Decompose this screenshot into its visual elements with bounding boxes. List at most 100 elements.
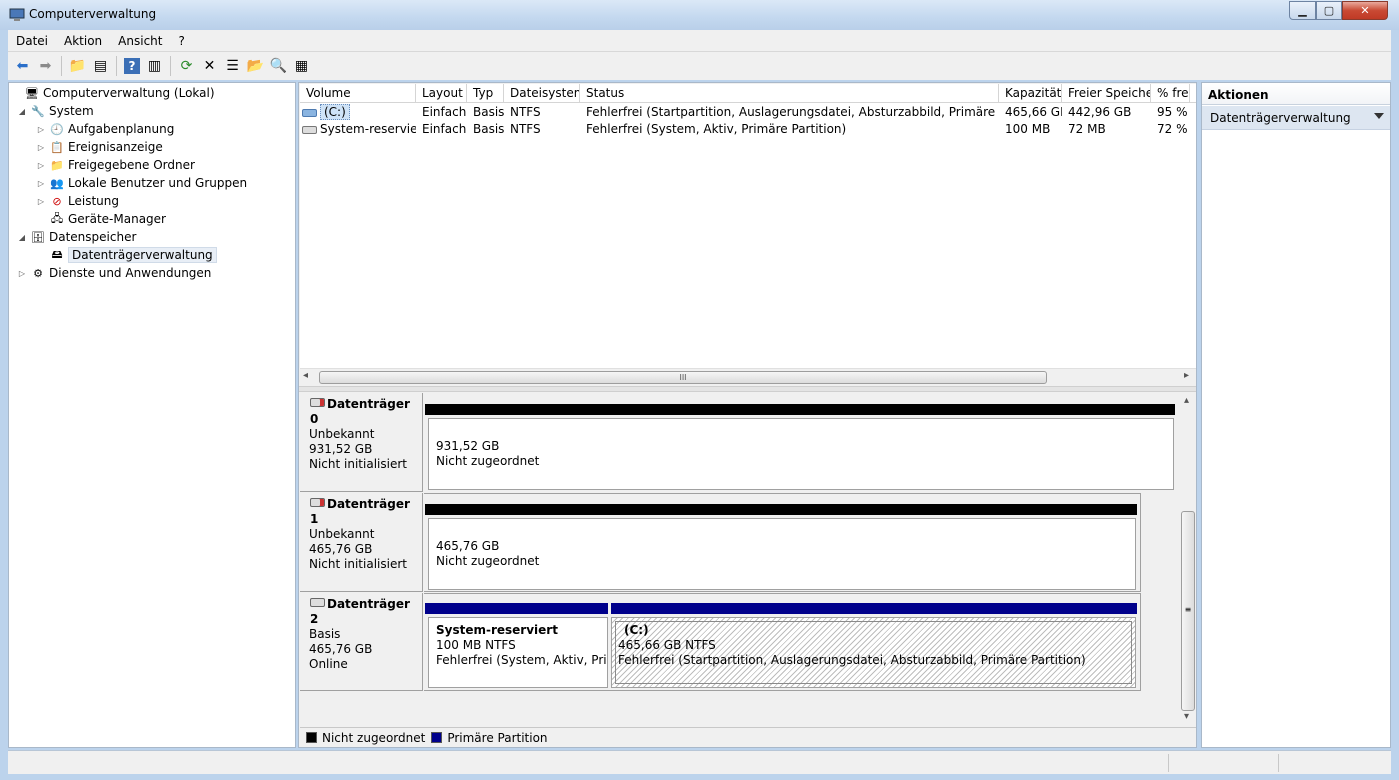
tree-label: Geräte-Manager bbox=[68, 212, 166, 226]
tree-item-computerverwaltung[interactable]: 🖥 Computerverwaltung (Lokal) bbox=[11, 84, 215, 102]
disk-type: Unbekannt bbox=[309, 427, 375, 441]
partition-size: 931,52 GB bbox=[436, 439, 500, 453]
tree-item-geraete-manager[interactable]: 🖧 Geräte-Manager bbox=[36, 210, 166, 228]
prozent-frei-cell: 72 % bbox=[1157, 122, 1188, 136]
storage-icon: 🗄 bbox=[31, 230, 45, 244]
tree-label: Dienste und Anwendungen bbox=[49, 266, 212, 280]
dateisystem-cell: NTFS bbox=[510, 122, 541, 136]
performance-icon: ⊘ bbox=[52, 194, 62, 208]
chevron-down-icon[interactable] bbox=[1374, 113, 1384, 119]
column-header-kapazitaet[interactable]: Kapazität bbox=[999, 84, 1062, 103]
disk-management-pane: Volume Layout Typ Dateisystem Status Kap… bbox=[298, 82, 1197, 748]
system-reserved-partition[interactable]: System-reserviert 100 MB NTFS Fehlerfrei… bbox=[428, 617, 608, 688]
window-title: Computerverwaltung bbox=[29, 7, 157, 21]
tree-item-dienste-anwendungen[interactable]: ▷ ⚙ Dienste und Anwendungen bbox=[17, 264, 212, 282]
tree-item-system[interactable]: ◢ 🔧 System bbox=[17, 102, 94, 120]
expand-icon[interactable]: ▷ bbox=[17, 269, 27, 278]
tree-label: Lokale Benutzer und Gruppen bbox=[68, 176, 248, 190]
dateisystem-cell: NTFS bbox=[510, 105, 541, 119]
table-row[interactable]: System-reserviert Einfach Basis NTFS Feh… bbox=[300, 121, 1196, 138]
toolbar-separator bbox=[116, 56, 117, 76]
scroll-down-icon[interactable]: ▾ bbox=[1184, 711, 1189, 722]
disk-1-unallocated-partition[interactable]: 465,76 GB Nicht zugeordnet bbox=[428, 518, 1136, 590]
disk-0-unallocated-partition[interactable]: 931,52 GB Nicht zugeordnet bbox=[428, 418, 1174, 490]
menu-ansicht[interactable]: Ansicht bbox=[110, 34, 170, 48]
up-folder-icon[interactable]: 📁 bbox=[66, 55, 89, 77]
column-header-status[interactable]: Status bbox=[580, 84, 999, 103]
horizontal-scroll-thumb[interactable]: III bbox=[319, 371, 1047, 384]
column-header-prozent-frei[interactable]: % frei bbox=[1151, 84, 1190, 103]
primary-partition-swatch bbox=[431, 732, 443, 743]
expand-icon[interactable]: ▷ bbox=[36, 179, 46, 188]
forward-arrow-icon[interactable]: ➡ bbox=[34, 55, 57, 77]
horizontal-scrollbar[interactable]: ◂ III ▸ bbox=[300, 368, 1196, 385]
drive-icon bbox=[302, 108, 317, 117]
close-button[interactable]: ✕ bbox=[1342, 1, 1388, 20]
show-hide-action-pane-icon[interactable]: ▥ bbox=[143, 55, 166, 77]
menu-help[interactable]: ? bbox=[170, 34, 192, 48]
vertical-scrollbar[interactable]: ▴ ≡ ▾ bbox=[1180, 393, 1196, 725]
typ-cell: Basis bbox=[473, 105, 504, 119]
computer-management-icon: 🖥 bbox=[25, 86, 39, 100]
minimize-button[interactable]: ▁ bbox=[1289, 1, 1316, 20]
unknown-disk-icon bbox=[310, 398, 325, 407]
column-header-dateisystem[interactable]: Dateisystem bbox=[504, 84, 580, 103]
tree-label: Ereignisanzeige bbox=[68, 140, 163, 154]
back-arrow-icon[interactable]: ⬅ bbox=[11, 55, 34, 77]
status-cell: Fehlerfrei (Startpartition, Auslagerungs… bbox=[586, 105, 999, 119]
scroll-left-icon[interactable]: ◂ bbox=[303, 370, 308, 381]
tree-item-leistung[interactable]: ▷ ⊘ Leistung bbox=[36, 192, 119, 210]
collapse-icon[interactable]: ◢ bbox=[17, 107, 27, 116]
tree-item-ereignisanzeige[interactable]: ▷ 📋 Ereignisanzeige bbox=[36, 138, 163, 156]
c-drive-partition[interactable]: (C:) 465,66 GB NTFS Fehlerfrei (Startpar… bbox=[611, 617, 1136, 688]
collapse-icon[interactable]: ◢ bbox=[17, 233, 27, 242]
legend-label: Nicht zugeordnet bbox=[322, 730, 426, 745]
typ-cell: Basis bbox=[473, 122, 504, 136]
menu-aktion[interactable]: Aktion bbox=[56, 34, 110, 48]
unallocated-bar bbox=[425, 404, 1175, 415]
tree-item-datenspeicher[interactable]: ◢ 🗄 Datenspeicher bbox=[17, 228, 136, 246]
services-applications-icon: ⚙ bbox=[33, 266, 43, 280]
column-header-typ[interactable]: Typ bbox=[467, 84, 504, 103]
volume-list: Volume Layout Typ Dateisystem Status Kap… bbox=[300, 84, 1196, 385]
tree-item-datentraegerverwaltung[interactable]: 🖴 Datenträgerverwaltung bbox=[36, 246, 217, 264]
table-row[interactable]: (C:) Einfach Basis NTFS Fehlerfrei (Star… bbox=[300, 104, 1196, 121]
vertical-scroll-thumb[interactable]: ≡ bbox=[1181, 511, 1195, 711]
show-hide-tree-icon[interactable]: ▤ bbox=[89, 55, 112, 77]
properties-icon[interactable]: ☰ bbox=[221, 55, 244, 77]
expand-icon[interactable]: ▷ bbox=[36, 197, 46, 206]
delete-icon[interactable]: ✕ bbox=[198, 55, 221, 77]
kapazitaet-cell: 100 MB bbox=[1005, 122, 1051, 136]
search-disk-icon[interactable]: 🔍 bbox=[267, 55, 290, 77]
unallocated-swatch bbox=[306, 732, 317, 743]
actions-item-datentraegerverwaltung[interactable]: Datenträgerverwaltung bbox=[1202, 106, 1390, 130]
legend: Nicht zugeordnet Primäre Partition bbox=[300, 727, 1196, 747]
refresh-icon[interactable]: ⟳ bbox=[175, 55, 198, 77]
tree-item-freigegebene-ordner[interactable]: ▷ 📁 Freigegebene Ordner bbox=[36, 156, 195, 174]
column-header-volume[interactable]: Volume bbox=[300, 84, 416, 103]
tree-label: Leistung bbox=[68, 194, 119, 208]
column-header-layout[interactable]: Layout bbox=[416, 84, 467, 103]
open-folder-icon[interactable]: 📂 bbox=[244, 55, 267, 77]
toolbar-separator bbox=[61, 56, 62, 76]
maximize-button[interactable]: ▢ bbox=[1316, 1, 1342, 20]
expand-icon[interactable]: ▷ bbox=[36, 161, 46, 170]
tree-item-aufgabenplanung[interactable]: ▷ 🕘 Aufgabenplanung bbox=[36, 120, 174, 138]
disk-0-info[interactable]: Datenträger 0 Unbekannt 931,52 GB Nicht … bbox=[300, 393, 423, 492]
scroll-right-icon[interactable]: ▸ bbox=[1184, 370, 1189, 381]
disk-1-info[interactable]: Datenträger 1 Unbekannt 465,76 GB Nicht … bbox=[300, 493, 423, 592]
disk-2-info[interactable]: Datenträger 2 Basis 465,76 GB Online bbox=[300, 593, 423, 691]
expand-icon[interactable]: ▷ bbox=[36, 125, 46, 134]
disk-size: 931,52 GB bbox=[309, 442, 373, 456]
menu-datei[interactable]: Datei bbox=[8, 34, 56, 48]
expand-icon[interactable]: ▷ bbox=[36, 143, 46, 152]
prozent-frei-cell: 95 % bbox=[1157, 105, 1188, 119]
volume-cell: System-reserviert bbox=[302, 121, 416, 138]
settings-icon[interactable]: ▦ bbox=[290, 55, 313, 77]
scroll-up-icon[interactable]: ▴ bbox=[1184, 395, 1189, 406]
column-header-freier-speicher[interactable]: Freier Speicher bbox=[1062, 84, 1151, 103]
tree-item-lokale-benutzer[interactable]: ▷ 👥 Lokale Benutzer und Gruppen bbox=[36, 174, 247, 192]
help-icon[interactable]: ? bbox=[124, 58, 140, 74]
pane-splitter[interactable] bbox=[299, 386, 1196, 392]
freier-speicher-cell: 72 MB bbox=[1068, 122, 1106, 136]
